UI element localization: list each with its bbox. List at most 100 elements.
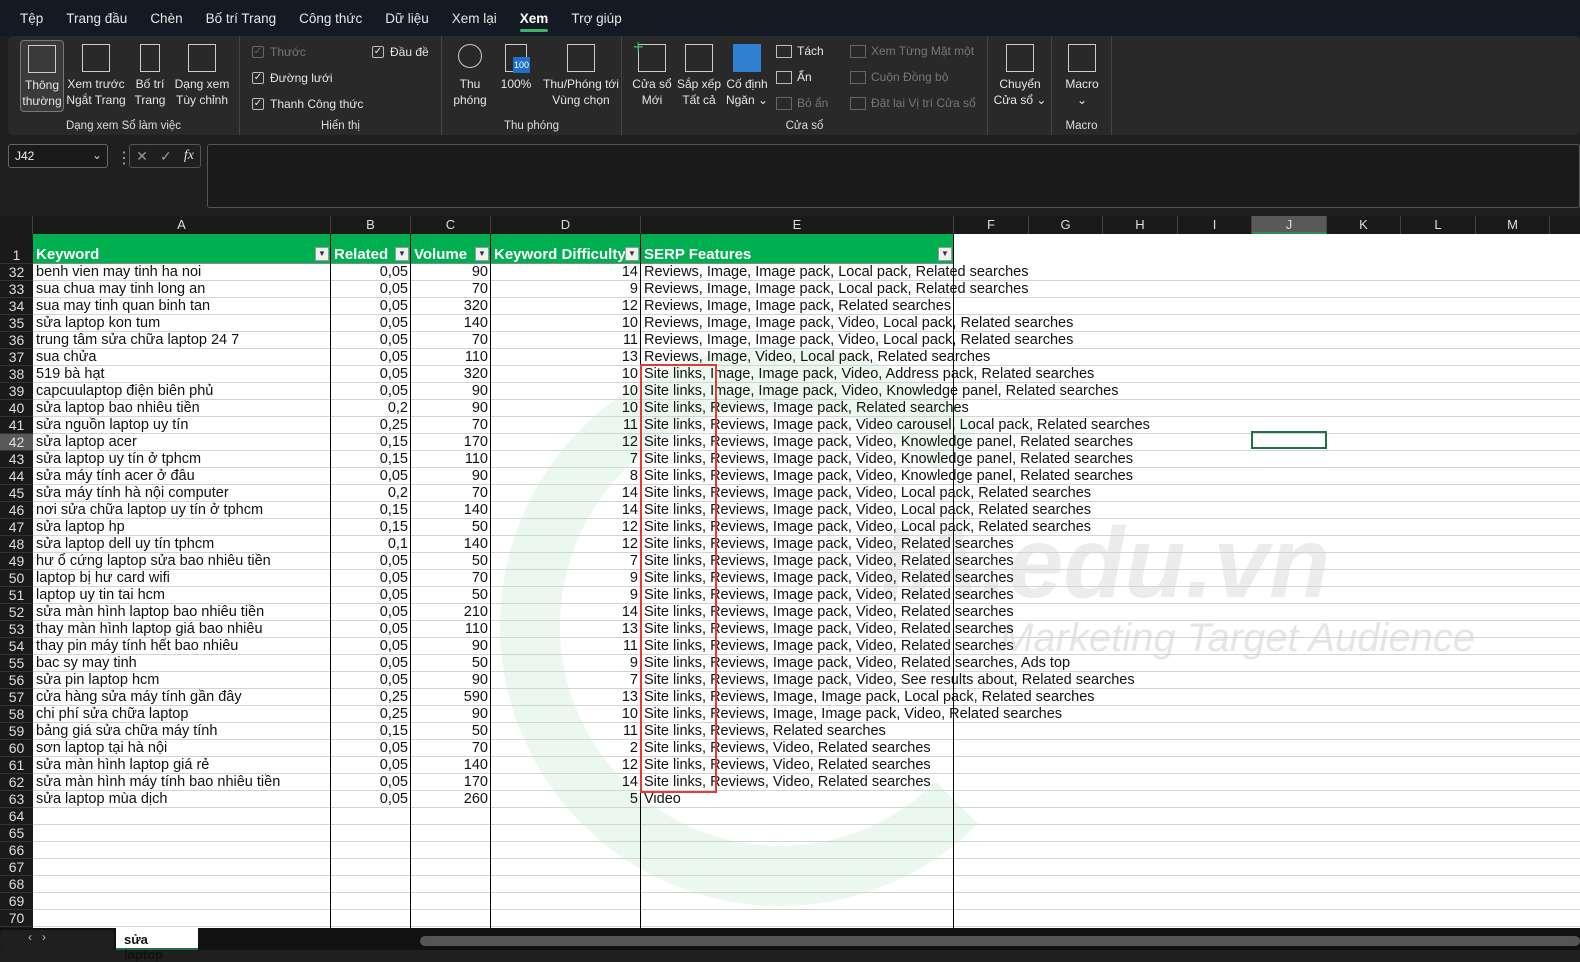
selected-cell-j42[interactable] bbox=[1251, 431, 1327, 449]
serp-features-cell[interactable]: Site links, Reviews, Image pack, Video, … bbox=[641, 604, 1580, 621]
switch-windows-button[interactable]: Chuyển Cửa sổ ⌄ bbox=[992, 40, 1048, 108]
related-cell[interactable]: 0,2 bbox=[331, 485, 411, 502]
difficulty-cell[interactable]: 14 bbox=[491, 604, 641, 621]
keyword-cell[interactable]: capcuulaptop điện biên phủ bbox=[33, 383, 331, 400]
difficulty-cell[interactable]: 14 bbox=[491, 774, 641, 791]
volume-cell[interactable]: 140 bbox=[411, 502, 491, 519]
volume-cell[interactable]: 90 bbox=[411, 468, 491, 485]
serp-features-cell[interactable]: Site links, Reviews, Image pack, Video, … bbox=[641, 468, 1580, 485]
difficulty-cell[interactable]: 7 bbox=[491, 553, 641, 570]
column-header-H[interactable]: H bbox=[1103, 216, 1178, 234]
keyword-cell[interactable]: sửa màn hình laptop bao nhiêu tiền bbox=[33, 604, 331, 621]
empty-cell[interactable] bbox=[33, 842, 1580, 859]
row-header[interactable]: 42 bbox=[0, 434, 33, 451]
related-cell[interactable]: 0,05 bbox=[331, 604, 411, 621]
related-cell[interactable]: 0,05 bbox=[331, 264, 411, 281]
related-cell[interactable]: 0,05 bbox=[331, 349, 411, 366]
menu-tab-5[interactable]: Dữ liệu bbox=[385, 11, 429, 26]
keyword-cell[interactable]: sua chua may tinh long an bbox=[33, 281, 331, 298]
menu-tab-7[interactable]: Xem bbox=[519, 11, 548, 32]
volume-cell[interactable]: 140 bbox=[411, 536, 491, 553]
difficulty-cell[interactable]: 12 bbox=[491, 298, 641, 315]
menu-tab-4[interactable]: Công thức bbox=[299, 11, 362, 26]
serp-features-cell[interactable]: Video bbox=[641, 791, 1580, 808]
serp-features-cell[interactable]: Reviews, Image, Image pack, Video, Local… bbox=[641, 315, 1580, 332]
serp-features-cell[interactable]: Site links, Reviews, Image, Image pack, … bbox=[641, 706, 1580, 723]
volume-cell[interactable]: 90 bbox=[411, 400, 491, 417]
difficulty-cell[interactable]: 11 bbox=[491, 332, 641, 349]
synchronous-scrolling-button[interactable]: Cuộn Đồng bộ bbox=[850, 70, 948, 84]
difficulty-cell[interactable]: 10 bbox=[491, 706, 641, 723]
serp-features-cell[interactable]: Site links, Reviews, Video, Related sear… bbox=[641, 757, 1580, 774]
serp-features-cell[interactable]: Site links, Reviews, Image, Image pack, … bbox=[641, 689, 1580, 706]
volume-cell[interactable]: 50 bbox=[411, 655, 491, 672]
formula-bar-checkbox[interactable]: ✓ Thanh Công thức bbox=[252, 97, 363, 111]
keyword-cell[interactable]: trung tâm sửa chữa laptop 24 7 bbox=[33, 332, 331, 349]
filter-dropdown-icon[interactable]: ▼ bbox=[315, 247, 329, 261]
column-header-J[interactable]: J bbox=[1252, 216, 1327, 234]
row-header[interactable]: 68 bbox=[0, 876, 33, 893]
horizontal-scrollbar[interactable] bbox=[420, 936, 1580, 946]
serp-features-cell[interactable]: Site links, Reviews, Image pack, Video, … bbox=[641, 536, 1580, 553]
row-header[interactable]: 37 bbox=[0, 349, 33, 366]
column-header-A[interactable]: A bbox=[33, 216, 331, 234]
related-cell[interactable]: 0,05 bbox=[331, 315, 411, 332]
insert-function-icon[interactable]: fx bbox=[184, 148, 194, 164]
row-header[interactable]: 59 bbox=[0, 723, 33, 740]
volume-cell[interactable]: 90 bbox=[411, 383, 491, 400]
worksheet-grid[interactable]: IA.edu.vn Marketing Target Audience ABCD… bbox=[0, 216, 1580, 928]
ruler-checkbox[interactable]: ✓ Thước bbox=[252, 45, 306, 59]
menu-tab-0[interactable]: Tệp bbox=[20, 11, 43, 26]
row-header[interactable]: 50 bbox=[0, 570, 33, 587]
sheet-nav-buttons[interactable]: ‹ › bbox=[0, 930, 114, 950]
related-cell[interactable]: 0,15 bbox=[331, 723, 411, 740]
difficulty-cell[interactable]: 9 bbox=[491, 587, 641, 604]
related-cell[interactable]: 0,05 bbox=[331, 791, 411, 808]
empty-cell[interactable] bbox=[33, 808, 1580, 825]
name-box[interactable]: J42 ⌄ bbox=[8, 144, 108, 168]
volume-cell[interactable]: 210 bbox=[411, 604, 491, 621]
row-header[interactable]: 36 bbox=[0, 332, 33, 349]
keyword-cell[interactable]: nơi sửa chữa laptop uy tín ở tphcm bbox=[33, 502, 331, 519]
keyword-cell[interactable]: laptop uy tin tai hcm bbox=[33, 587, 331, 604]
zoom-100-button[interactable]: 100 100% bbox=[496, 40, 536, 92]
difficulty-cell[interactable]: 13 bbox=[491, 689, 641, 706]
row-header[interactable]: 56 bbox=[0, 672, 33, 689]
related-cell[interactable]: 0,05 bbox=[331, 621, 411, 638]
volume-cell[interactable]: 110 bbox=[411, 451, 491, 468]
volume-cell[interactable]: 90 bbox=[411, 672, 491, 689]
difficulty-cell[interactable]: 9 bbox=[491, 570, 641, 587]
serp-features-cell[interactable]: Site links, Reviews, Image pack, Video, … bbox=[641, 570, 1580, 587]
related-cell[interactable]: 0,05 bbox=[331, 672, 411, 689]
difficulty-cell[interactable]: 14 bbox=[491, 485, 641, 502]
enter-icon[interactable]: ✓ bbox=[160, 148, 172, 165]
row-header[interactable]: 43 bbox=[0, 451, 33, 468]
row-header[interactable]: 65 bbox=[0, 825, 33, 842]
menu-tab-3[interactable]: Bố trí Trang bbox=[206, 11, 277, 26]
zoom-button[interactable]: Thu phóng bbox=[448, 40, 492, 108]
related-cell[interactable]: 0,05 bbox=[331, 740, 411, 757]
difficulty-cell[interactable]: 13 bbox=[491, 349, 641, 366]
volume-cell[interactable]: 70 bbox=[411, 740, 491, 757]
gridlines-checkbox[interactable]: ✓ Đường lưới bbox=[252, 71, 332, 85]
serp-features-cell[interactable]: Site links, Reviews, Image pack, Video, … bbox=[641, 451, 1580, 468]
serp-features-cell[interactable]: Reviews, Image, Image pack, Video, Local… bbox=[641, 332, 1580, 349]
difficulty-cell[interactable]: 12 bbox=[491, 757, 641, 774]
volume-cell[interactable]: 90 bbox=[411, 638, 491, 655]
keyword-cell[interactable]: thay màn hình laptop giá bao nhiêu bbox=[33, 621, 331, 638]
row-header[interactable]: 52 bbox=[0, 604, 33, 621]
row-header[interactable]: 41 bbox=[0, 417, 33, 434]
serp-features-cell[interactable]: Site links, Reviews, Image pack, Video, … bbox=[641, 655, 1580, 672]
column-header-D[interactable]: D bbox=[491, 216, 641, 234]
volume-cell[interactable]: 110 bbox=[411, 621, 491, 638]
keyword-cell[interactable]: sua chửa bbox=[33, 349, 331, 366]
related-cell[interactable]: 0,25 bbox=[331, 417, 411, 434]
serp-features-cell[interactable]: Site links, Reviews, Image pack, Video, … bbox=[641, 553, 1580, 570]
serp-features-cell[interactable]: Site links, Reviews, Image pack, Video c… bbox=[641, 417, 1580, 434]
related-cell[interactable]: 0,05 bbox=[331, 332, 411, 349]
menu-tab-2[interactable]: Chèn bbox=[150, 11, 182, 26]
difficulty-cell[interactable]: 14 bbox=[491, 502, 641, 519]
keyword-cell[interactable]: sửa laptop mùa dịch bbox=[33, 791, 331, 808]
menu-tab-1[interactable]: Trang đầu bbox=[66, 11, 127, 26]
column-header-M[interactable]: M bbox=[1476, 216, 1550, 234]
